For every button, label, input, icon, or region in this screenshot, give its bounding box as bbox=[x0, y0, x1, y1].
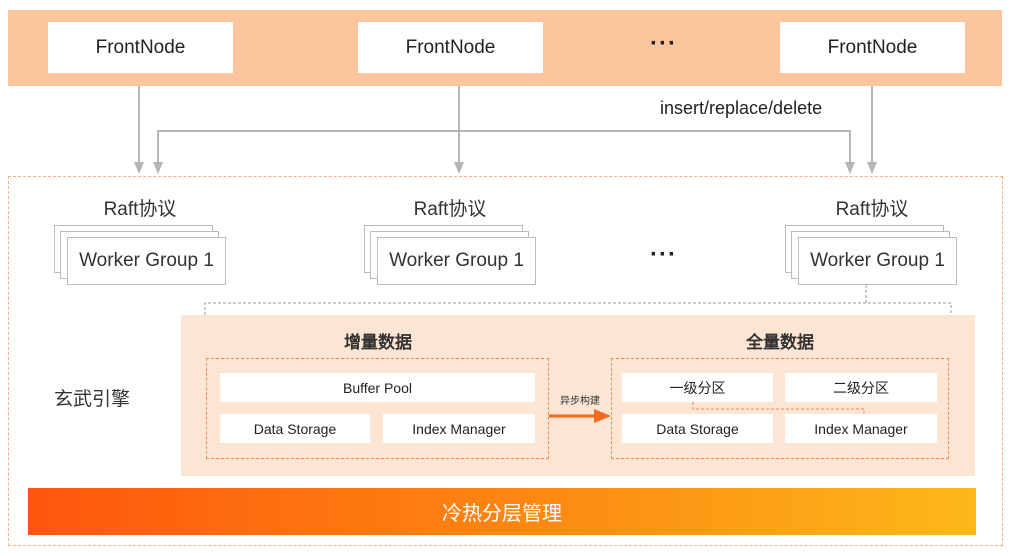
architecture-diagram: FrontNode FrontNode ··· FrontNode insert… bbox=[0, 0, 1016, 556]
worker-to-engine-dashed-link bbox=[204, 285, 952, 315]
partition-dashed-link bbox=[692, 402, 865, 414]
arrowheads bbox=[134, 162, 877, 174]
async-build-arrow bbox=[549, 409, 611, 423]
connector-lines bbox=[134, 86, 952, 423]
replication-line bbox=[157, 130, 851, 172]
